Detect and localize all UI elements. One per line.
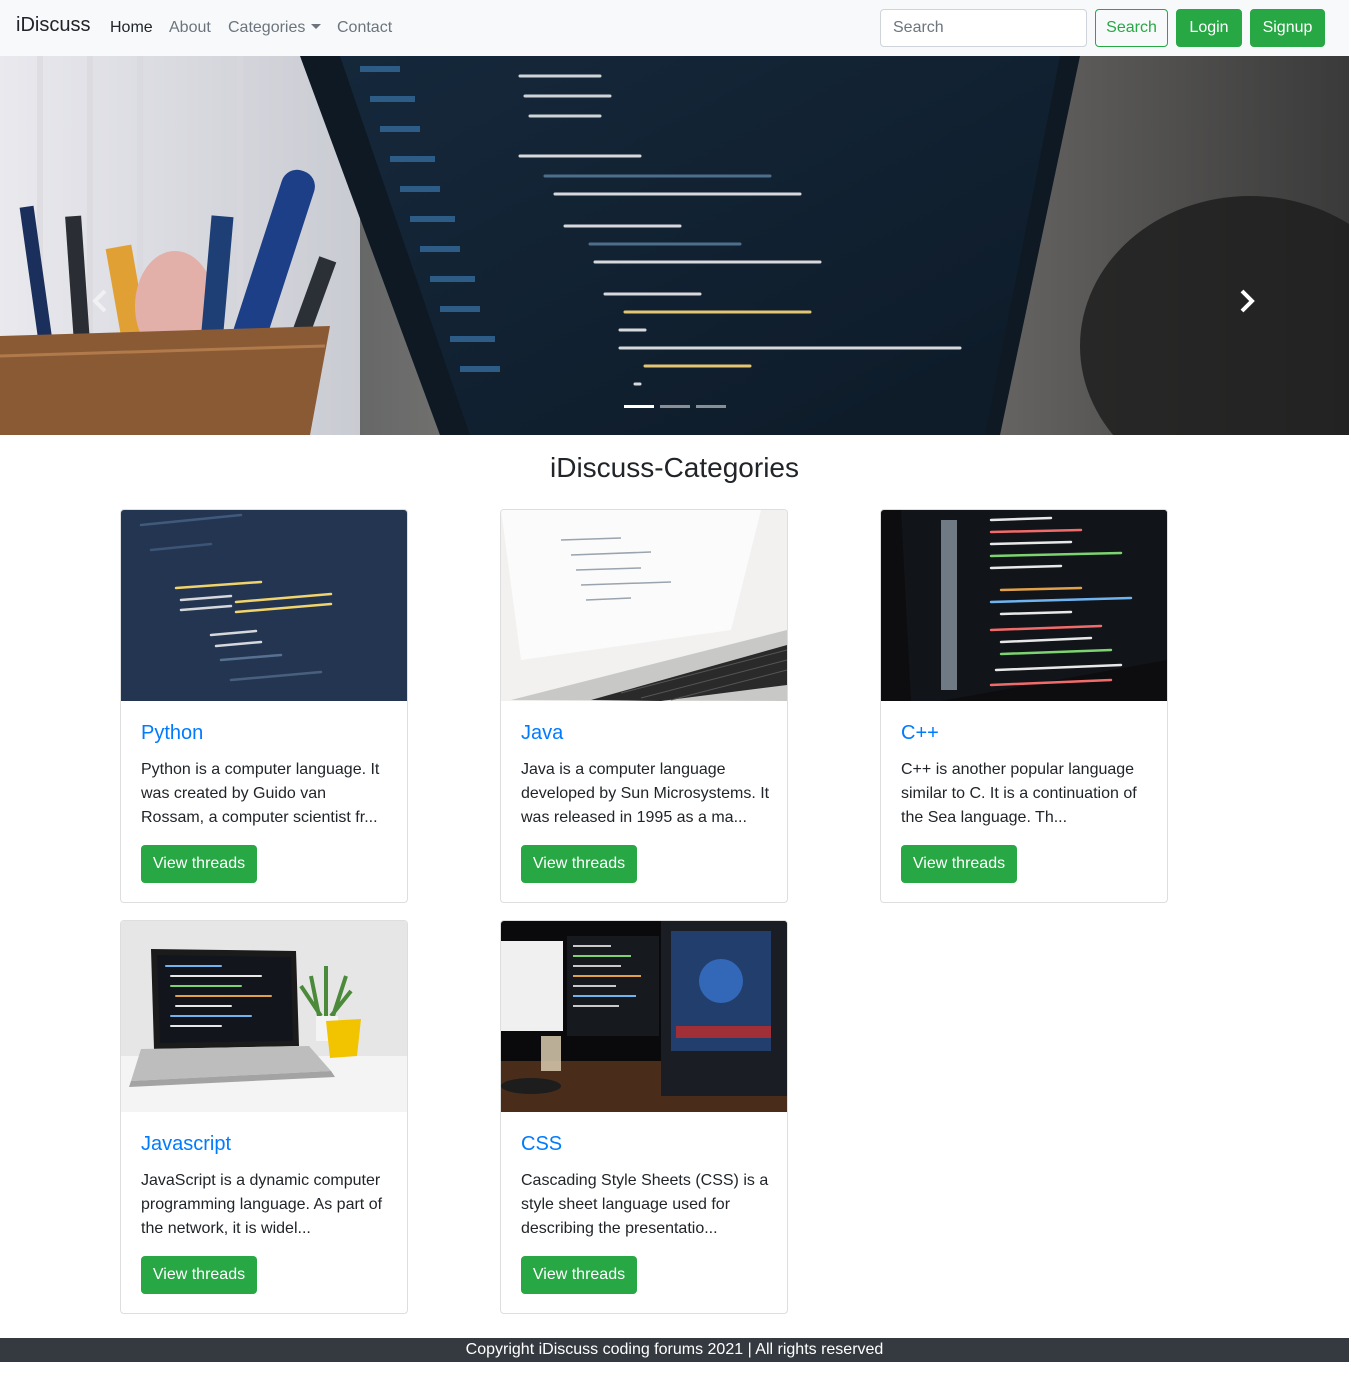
category-description-javascript: JavaScript is a dynamic computer program… — [141, 1172, 383, 1237]
nav-dropdown-categories[interactable]: Categories — [228, 19, 322, 37]
category-title-css[interactable]: CSS — [521, 1133, 562, 1156]
nav-link-home[interactable]: Home — [110, 19, 153, 37]
category-image-css — [501, 921, 787, 1112]
carousel-indicator-1[interactable] — [624, 405, 654, 408]
view-threads-button-cpp[interactable]: View threads — [901, 845, 1017, 883]
carousel-indicator-3[interactable] — [696, 405, 726, 408]
search-button[interactable]: Search — [1095, 9, 1168, 47]
view-threads-button-css[interactable]: View threads — [521, 1256, 637, 1294]
nav-link-contact[interactable]: Contact — [337, 19, 392, 37]
carousel-next-button[interactable] — [1237, 288, 1257, 314]
categories-heading: iDiscuss-Categories — [550, 452, 799, 483]
category-card-css: CSS Cascading Style Sheets (CSS) is a st… — [500, 920, 788, 1314]
footer: Copyright iDiscuss coding forums 2021 | … — [0, 1338, 1349, 1362]
category-title-cpp[interactable]: C++ — [901, 722, 939, 745]
category-description-cpp: C++ is another popular language similar … — [901, 761, 1137, 826]
view-threads-button-python[interactable]: View threads — [141, 845, 257, 883]
carousel-prev-button[interactable] — [90, 288, 110, 314]
carousel — [0, 56, 1349, 435]
category-title-python[interactable]: Python — [141, 722, 203, 745]
carousel-slide-image — [0, 56, 1349, 435]
category-card-python: Python Python is a computer language. It… — [120, 509, 408, 903]
nav-dropdown-categories-label: Categories — [228, 19, 306, 36]
view-threads-button-java[interactable]: View threads — [521, 845, 637, 883]
category-image-cpp — [881, 510, 1167, 701]
login-button[interactable]: Login — [1176, 9, 1242, 47]
category-card-cpp: C++ C++ is another popular language simi… — [880, 509, 1168, 903]
search-input[interactable] — [880, 9, 1087, 47]
category-card-java: Java Java is a computer language develop… — [500, 509, 788, 903]
category-image-javascript — [121, 921, 407, 1112]
category-title-javascript[interactable]: Javascript — [141, 1133, 231, 1156]
chevron-down-icon — [311, 24, 322, 29]
category-image-python — [121, 510, 407, 701]
chevron-left-icon — [92, 289, 107, 313]
carousel-indicators — [624, 405, 726, 408]
category-title-java[interactable]: Java — [521, 722, 563, 745]
category-card-javascript: Javascript JavaScript is a dynamic compu… — [120, 920, 408, 1314]
category-description-css: Cascading Style Sheets (CSS) is a style … — [521, 1172, 769, 1237]
view-threads-button-javascript[interactable]: View threads — [141, 1256, 257, 1294]
footer-copyright: Copyright iDiscuss coding forums 2021 | … — [465, 1341, 884, 1358]
carousel-indicator-2[interactable] — [660, 405, 690, 408]
signup-button[interactable]: Signup — [1250, 9, 1325, 47]
category-description-java: Java is a computer language developed by… — [521, 761, 770, 826]
nav-link-about[interactable]: About — [169, 19, 211, 37]
navbar: iDiscuss Home About Categories Contact S… — [0, 0, 1349, 56]
chevron-right-icon — [1240, 289, 1255, 313]
brand-logo[interactable]: iDiscuss — [16, 14, 90, 37]
category-description-python: Python is a computer language. It was cr… — [141, 761, 380, 826]
category-image-java — [501, 510, 787, 701]
